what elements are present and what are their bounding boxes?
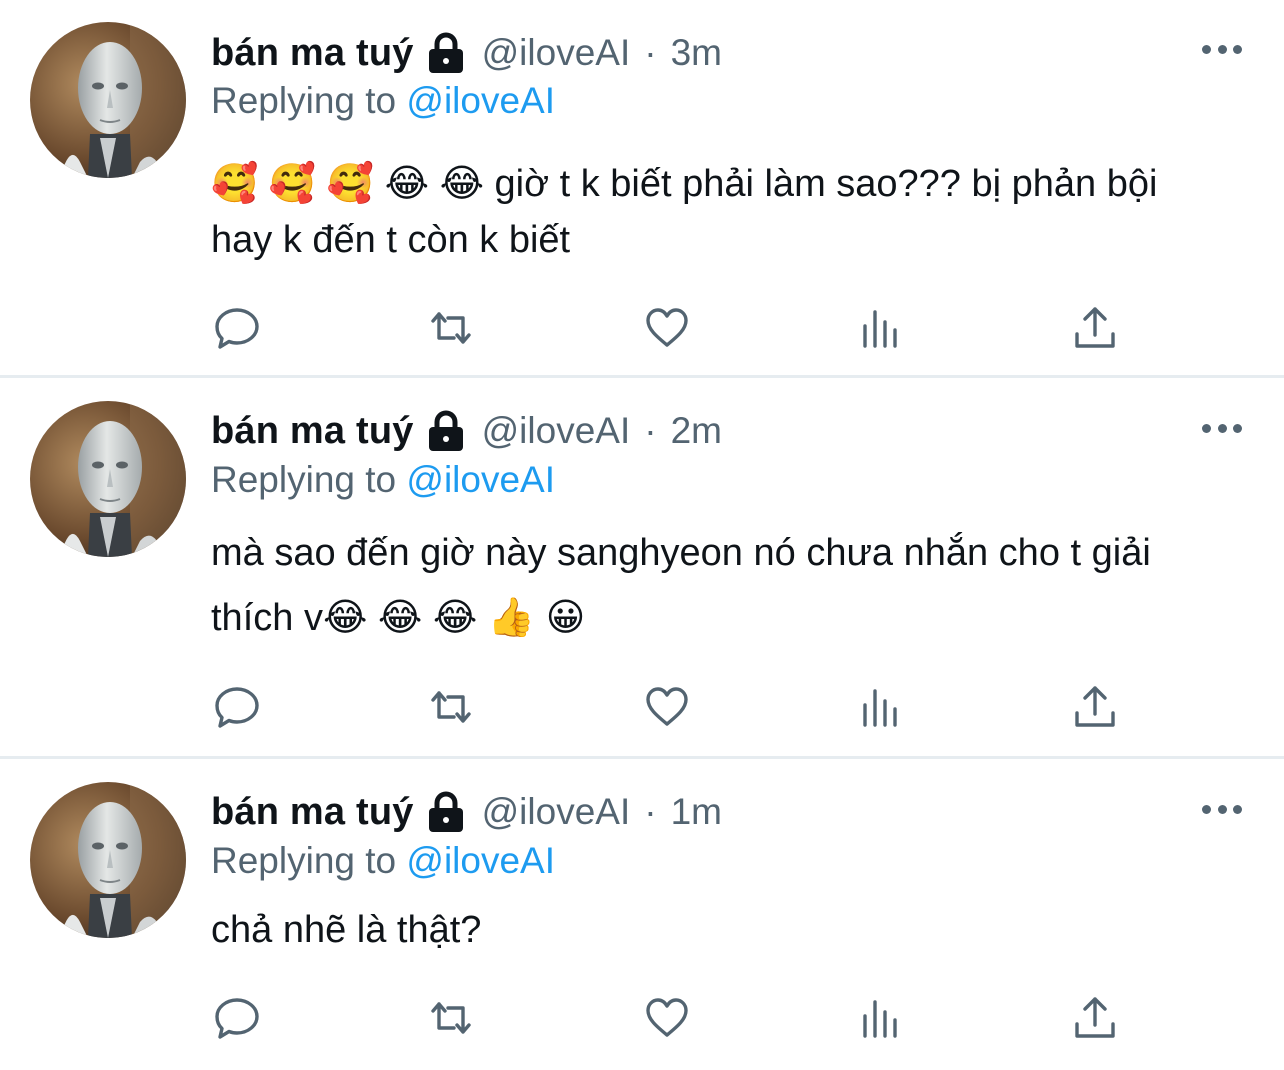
display-name[interactable]: bán ma tuý bbox=[211, 32, 414, 75]
retweet-icon bbox=[431, 312, 471, 344]
more-dots-icon bbox=[1202, 804, 1211, 814]
reply-button[interactable] bbox=[213, 683, 261, 731]
display-name[interactable]: bán ma tuý bbox=[211, 791, 414, 834]
like-button[interactable] bbox=[643, 304, 691, 352]
lock-icon bbox=[428, 410, 463, 451]
reply-icon bbox=[215, 998, 259, 1039]
more-options-button[interactable] bbox=[1202, 802, 1242, 816]
replying-to: Replying to @iloveAI bbox=[211, 459, 555, 501]
reply-thread: bán ma tuý @iloveAI · 3m Replying to @il… bbox=[0, 0, 1284, 1070]
heart-icon bbox=[646, 687, 688, 726]
reply-button[interactable] bbox=[213, 304, 261, 352]
more-dots-icon bbox=[1202, 423, 1211, 433]
tweet-text: chả nhẽ là thật? bbox=[211, 909, 482, 951]
display-name[interactable]: bán ma tuý bbox=[211, 410, 414, 453]
share-icon bbox=[1075, 686, 1115, 727]
user-handle[interactable]: @iloveAI bbox=[482, 32, 631, 74]
heart-icon bbox=[646, 998, 688, 1037]
avatar[interactable] bbox=[30, 401, 186, 557]
share-button[interactable] bbox=[1071, 683, 1119, 731]
tweet-text: mà sao đến giờ này sanghyeon nó chưa nhắ… bbox=[211, 532, 1151, 639]
user-handle[interactable]: @iloveAI bbox=[482, 791, 631, 833]
tweet-header: bán ma tuý @iloveAI · 1m bbox=[211, 787, 722, 837]
more-dots-icon bbox=[1202, 44, 1211, 54]
more-options-button[interactable] bbox=[1202, 421, 1242, 435]
reply-icon bbox=[215, 687, 259, 728]
replying-to-mention[interactable]: @iloveAI bbox=[406, 840, 555, 881]
retweet-icon bbox=[431, 691, 471, 723]
avatar[interactable] bbox=[30, 22, 186, 178]
analytics-icon bbox=[863, 689, 897, 727]
user-handle[interactable]: @iloveAI bbox=[482, 410, 631, 452]
timestamp[interactable]: 2m bbox=[671, 410, 722, 452]
replying-to-mention[interactable]: @iloveAI bbox=[406, 459, 555, 500]
reply-icon bbox=[215, 308, 259, 349]
share-button[interactable] bbox=[1071, 304, 1119, 352]
analytics-icon bbox=[863, 1000, 897, 1038]
tweet-header: bán ma tuý @iloveAI · 2m bbox=[211, 406, 722, 456]
separator-dot: · bbox=[644, 32, 657, 73]
replying-to: Replying to @iloveAI bbox=[211, 80, 555, 122]
robot-avatar-icon bbox=[30, 782, 186, 938]
tweet-actions bbox=[213, 304, 1115, 352]
analytics-icon bbox=[863, 310, 897, 348]
lock-icon bbox=[428, 32, 463, 73]
replying-to-label: Replying to bbox=[211, 459, 397, 500]
tweet-actions bbox=[213, 994, 1115, 1042]
separator-dot: · bbox=[644, 410, 657, 451]
replying-to-label: Replying to bbox=[211, 840, 397, 881]
tweet-actions bbox=[213, 683, 1115, 731]
reply-button[interactable] bbox=[213, 994, 261, 1042]
retweet-button[interactable] bbox=[427, 994, 475, 1042]
robot-avatar-icon bbox=[30, 401, 186, 557]
more-options-button[interactable] bbox=[1202, 42, 1242, 56]
analytics-button[interactable] bbox=[857, 683, 905, 731]
avatar[interactable] bbox=[30, 782, 186, 938]
share-button[interactable] bbox=[1071, 994, 1119, 1042]
retweet-button[interactable] bbox=[427, 304, 475, 352]
timestamp[interactable]: 3m bbox=[671, 32, 722, 74]
replying-to: Replying to @iloveAI bbox=[211, 840, 555, 882]
separator-dot: · bbox=[644, 791, 657, 832]
lock-icon bbox=[428, 791, 463, 832]
tweet[interactable]: bán ma tuý @iloveAI · 1m Replying to @il… bbox=[0, 759, 1284, 1070]
analytics-button[interactable] bbox=[857, 304, 905, 352]
tweet-header: bán ma tuý @iloveAI · 3m bbox=[211, 28, 722, 78]
tweet[interactable]: bán ma tuý @iloveAI · 2m Replying to @il… bbox=[0, 378, 1284, 759]
timestamp[interactable]: 1m bbox=[671, 791, 722, 833]
tweet[interactable]: bán ma tuý @iloveAI · 3m Replying to @il… bbox=[0, 0, 1284, 378]
robot-avatar-icon bbox=[30, 22, 186, 178]
tweet-text: 🥰 🥰 🥰 😂 😂 giờ t k biết phải làm sao??? b… bbox=[211, 163, 1158, 261]
retweet-button[interactable] bbox=[427, 683, 475, 731]
heart-icon bbox=[646, 308, 688, 347]
share-icon bbox=[1075, 997, 1115, 1038]
analytics-button[interactable] bbox=[857, 994, 905, 1042]
replying-to-mention[interactable]: @iloveAI bbox=[406, 80, 555, 121]
replying-to-label: Replying to bbox=[211, 80, 397, 121]
retweet-icon bbox=[431, 1002, 471, 1034]
like-button[interactable] bbox=[643, 994, 691, 1042]
like-button[interactable] bbox=[643, 683, 691, 731]
share-icon bbox=[1075, 307, 1115, 348]
